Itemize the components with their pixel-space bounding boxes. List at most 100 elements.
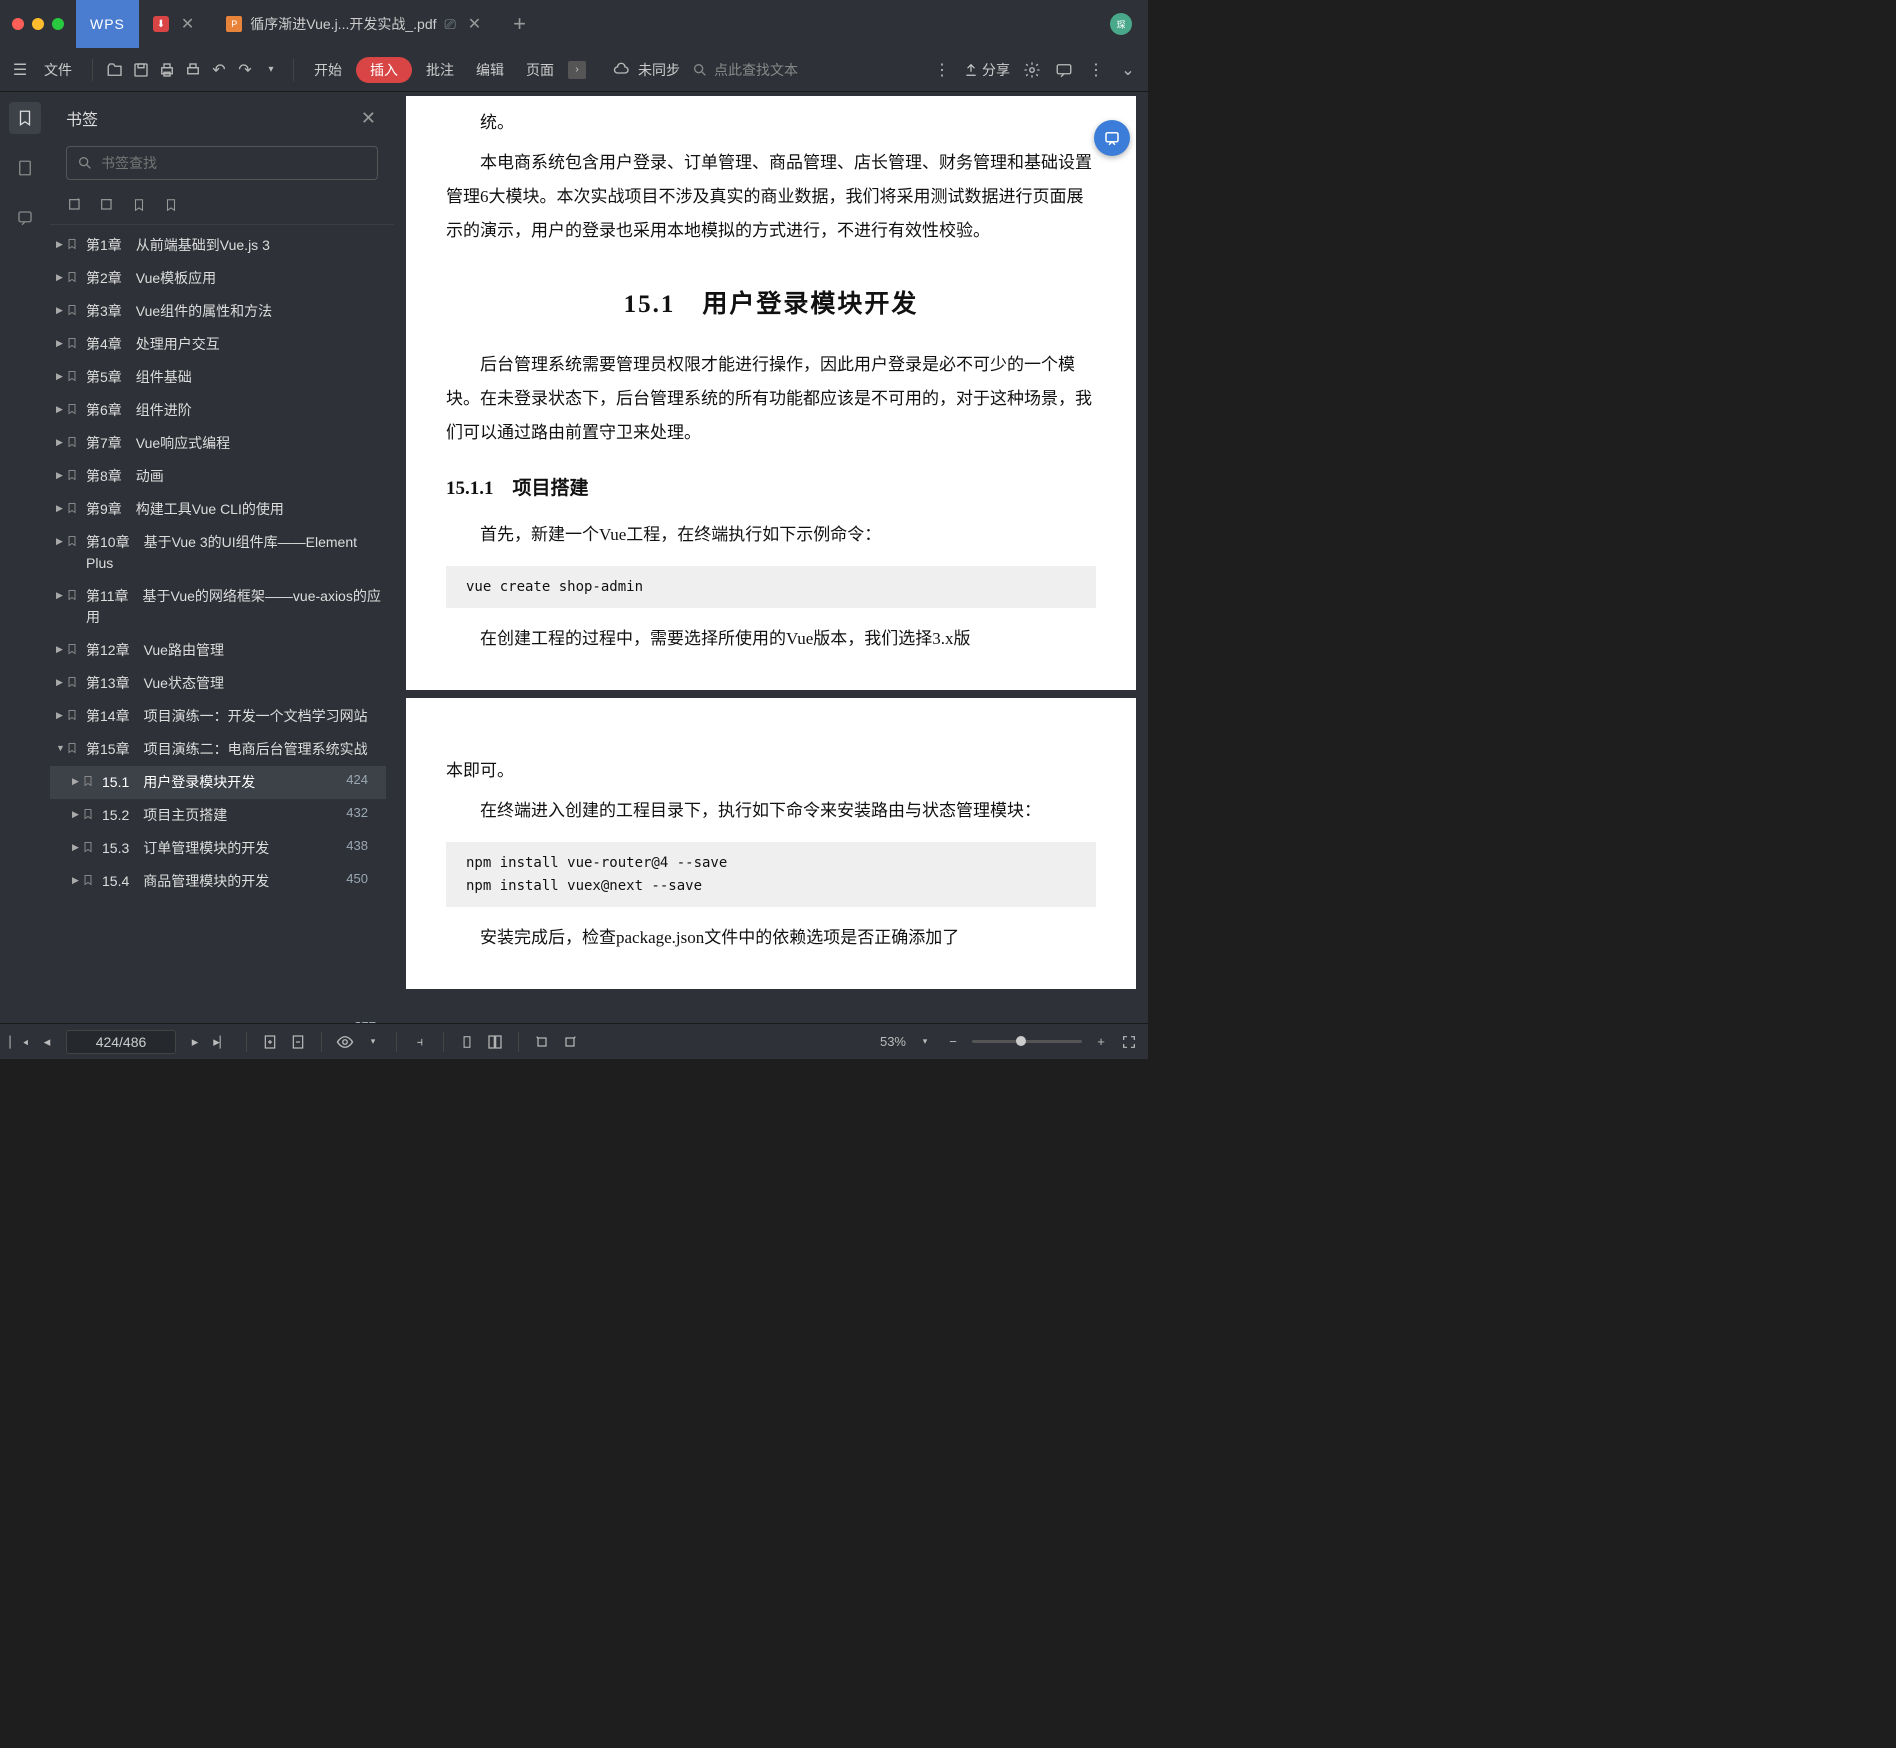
tab-page[interactable]: 页面: [518, 56, 562, 84]
rotate-left-icon[interactable]: [533, 1033, 551, 1051]
expand-icon[interactable]: ▶: [56, 437, 66, 448]
rotate-right-icon[interactable]: [561, 1033, 579, 1051]
bookmark-item[interactable]: ▶第10章 基于Vue 3的UI组件库——Element Plus: [50, 526, 386, 580]
prev-page-icon[interactable]: ◂: [38, 1033, 56, 1051]
print-preview-icon[interactable]: [183, 60, 203, 80]
new-tab-button[interactable]: +: [499, 11, 540, 37]
dropdown-icon[interactable]: ▾: [261, 60, 281, 80]
expand-icon[interactable]: ▶: [72, 842, 82, 853]
thumbnail-panel-button[interactable]: [9, 152, 41, 184]
tab-document-active[interactable]: P 循序渐进Vue.j...开发实战_.pdf ⎚ ✕: [212, 0, 499, 48]
bookmark-item[interactable]: ▶第11章 基于Vue的网络框架——vue-axios的应用: [50, 580, 386, 634]
next-page-icon[interactable]: ▸: [186, 1033, 204, 1051]
bookmark-search-input[interactable]: [101, 155, 367, 171]
expand-icon[interactable]: ▶: [56, 470, 66, 481]
close-tab-icon[interactable]: ✕: [177, 14, 198, 34]
expand-icon[interactable]: ▶: [56, 710, 66, 721]
undo-icon[interactable]: ↶: [209, 60, 229, 80]
comment-icon[interactable]: [1054, 60, 1074, 80]
expand-icon[interactable]: ▼: [56, 743, 66, 753]
monitor-icon[interactable]: ⎚: [445, 16, 456, 33]
remove-bookmark-icon[interactable]: [98, 196, 116, 214]
share-button[interactable]: 分享: [964, 60, 1010, 80]
bookmark-item[interactable]: ▶第6章 组件进阶: [50, 394, 386, 427]
expand-icon[interactable]: ▶: [56, 305, 66, 316]
add-bookmark-icon[interactable]: [66, 196, 84, 214]
bookmark-outline-icon[interactable]: [162, 196, 180, 214]
remove-page-icon[interactable]: [289, 1033, 307, 1051]
sidebar-close-icon[interactable]: ✕: [361, 108, 376, 129]
expand-icon[interactable]: ▶: [56, 404, 66, 415]
minimize-window-button[interactable]: [32, 18, 44, 30]
bookmark-item[interactable]: ▶第4章 处理用户交互: [50, 328, 386, 361]
bookmark-list[interactable]: ▶第1章 从前端基础到Vue.js 320▶第2章 Vue模板应用56▶第3章 …: [50, 225, 394, 1023]
tab-insert[interactable]: 插入: [356, 57, 412, 83]
kebab-icon[interactable]: ⋮: [1086, 60, 1106, 80]
bookmark-panel-button[interactable]: [9, 102, 41, 134]
zoom-dropdown-icon[interactable]: ▾: [916, 1033, 934, 1051]
expand-icon[interactable]: ▶: [56, 536, 66, 547]
bookmark-item[interactable]: ▶第2章 Vue模板应用: [50, 262, 386, 295]
last-page-icon[interactable]: ▸⎸: [214, 1033, 232, 1051]
zoom-out-icon[interactable]: −: [944, 1033, 962, 1051]
open-icon[interactable]: [105, 60, 125, 80]
zoom-slider-thumb[interactable]: [1016, 1036, 1026, 1046]
zoom-slider[interactable]: [972, 1040, 1082, 1043]
two-page-icon[interactable]: [486, 1033, 504, 1051]
bookmark-item[interactable]: ▶第12章 Vue路由管理: [50, 634, 386, 667]
tab-wps-home[interactable]: WPS: [76, 0, 139, 48]
expand-icon[interactable]: ▶: [72, 776, 82, 787]
bookmark-item[interactable]: ▶第5章 组件基础: [50, 361, 386, 394]
toolbar-search[interactable]: 点此查找文本: [692, 60, 798, 80]
zoom-in-icon[interactable]: +: [1092, 1033, 1110, 1051]
bookmark-item[interactable]: ▶15.1 用户登录模块开发424: [50, 766, 386, 799]
eye-icon[interactable]: [336, 1033, 354, 1051]
tab-annotate[interactable]: 批注: [418, 56, 462, 84]
expand-icon[interactable]: ▶: [56, 644, 66, 655]
tab-start[interactable]: 开始: [306, 56, 350, 84]
expand-icon[interactable]: ▶: [72, 809, 82, 820]
tab-document-1[interactable]: ⬇ ✕: [139, 0, 212, 48]
page-input[interactable]: [66, 1030, 176, 1054]
dropdown-icon[interactable]: ▾: [364, 1033, 382, 1051]
avatar[interactable]: 琛: [1110, 13, 1132, 35]
bookmark-item[interactable]: ▶第7章 Vue响应式编程: [50, 427, 386, 460]
bookmark-item[interactable]: ▼第15章 项目演练二：电商后台管理系统实战: [50, 733, 386, 766]
bookmark-item[interactable]: ▶15.2 项目主页搭建432: [50, 799, 386, 832]
annotation-panel-button[interactable]: [9, 202, 41, 234]
bookmark-item[interactable]: ▶第1章 从前端基础到Vue.js 3: [50, 229, 386, 262]
fullscreen-icon[interactable]: [1120, 1033, 1138, 1051]
bookmark-search[interactable]: [66, 146, 378, 180]
settings-icon[interactable]: [1022, 60, 1042, 80]
bookmark-item[interactable]: ▶第8章 动画: [50, 460, 386, 493]
bookmark-icon[interactable]: [130, 196, 148, 214]
expand-icon[interactable]: ▶: [56, 503, 66, 514]
bookmark-item[interactable]: ▶15.3 订单管理模块的开发438: [50, 832, 386, 865]
more-icon[interactable]: ⋮: [932, 60, 952, 80]
redo-icon[interactable]: ↷: [235, 60, 255, 80]
expand-icon[interactable]: ▶: [56, 371, 66, 382]
menu-icon[interactable]: ☰: [10, 60, 30, 80]
sync-status[interactable]: 未同步: [638, 60, 680, 80]
close-tab-icon[interactable]: ✕: [464, 14, 485, 34]
bookmark-item[interactable]: ▶第13章 Vue状态管理: [50, 667, 386, 700]
single-page-icon[interactable]: [458, 1033, 476, 1051]
cloud-icon[interactable]: [612, 60, 632, 80]
expand-icon[interactable]: ▶: [56, 272, 66, 283]
save-icon[interactable]: [131, 60, 151, 80]
fit-width-icon[interactable]: ⫞: [411, 1033, 429, 1051]
expand-icon[interactable]: ▶: [56, 677, 66, 688]
print-icon[interactable]: [157, 60, 177, 80]
more-tabs-icon[interactable]: ›: [568, 61, 586, 79]
expand-icon[interactable]: ▶: [72, 875, 82, 886]
zoom-value[interactable]: 53%: [880, 1034, 906, 1049]
expand-icon[interactable]: ▶: [56, 590, 66, 601]
maximize-window-button[interactable]: [52, 18, 64, 30]
collapse-icon[interactable]: ⌄: [1118, 60, 1138, 80]
tab-edit[interactable]: 编辑: [468, 56, 512, 84]
add-page-icon[interactable]: [261, 1033, 279, 1051]
expand-icon[interactable]: ▶: [56, 338, 66, 349]
bookmark-item[interactable]: ▶第9章 构建工具Vue CLI的使用: [50, 493, 386, 526]
document-viewport[interactable]: 统。 本电商系统包含用户登录、订单管理、商品管理、店长管理、财务管理和基础设置管…: [394, 92, 1148, 1023]
bookmark-item[interactable]: ▶15.4 商品管理模块的开发450: [50, 865, 386, 898]
